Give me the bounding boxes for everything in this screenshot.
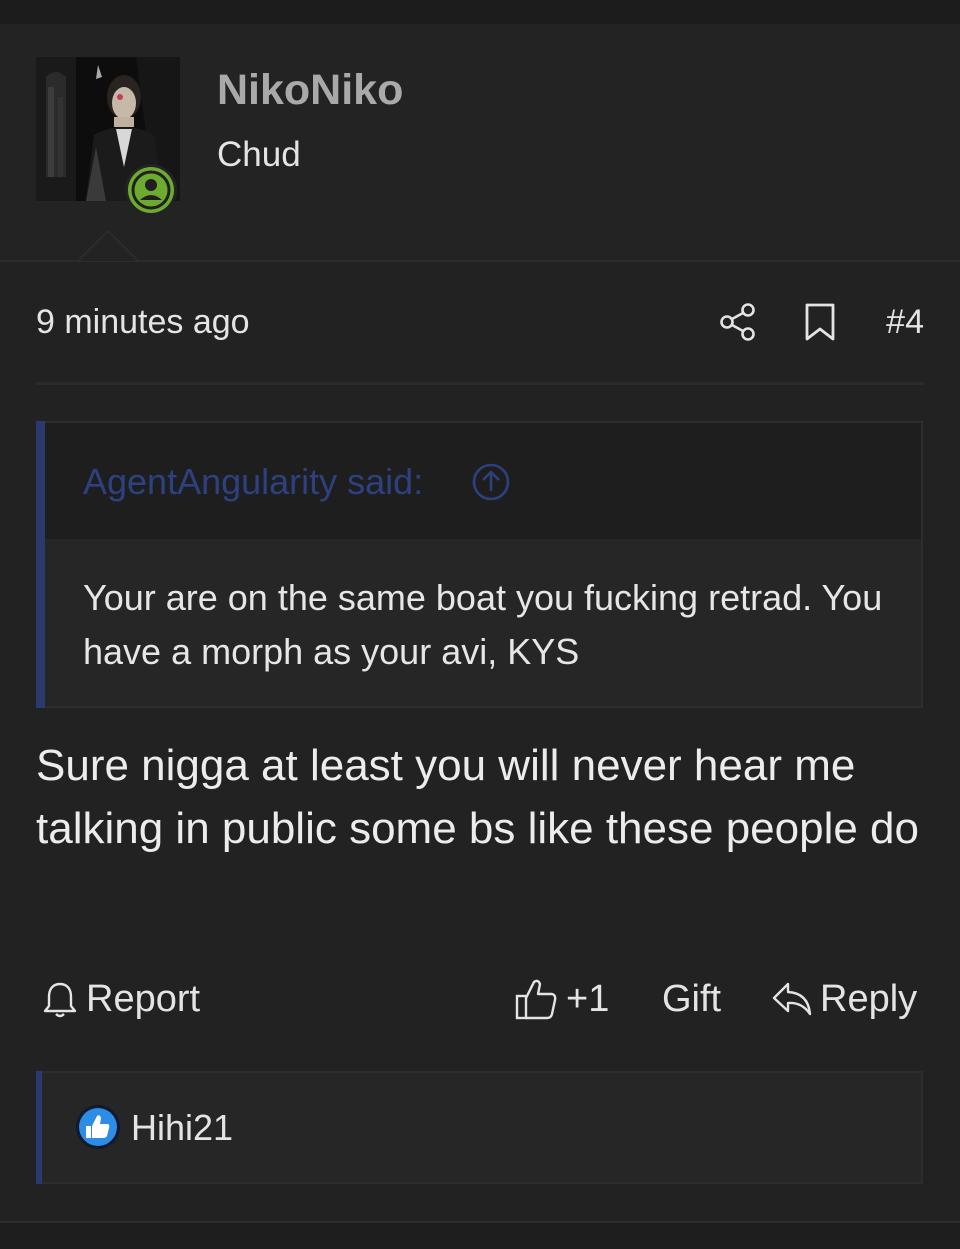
like-label: +1 bbox=[566, 978, 610, 1020]
reactor-username[interactable]: Hihi21 bbox=[131, 1107, 233, 1149]
share-icon[interactable] bbox=[719, 302, 757, 342]
post: NikoNiko Chud 9 minutes ago #4 AgentAngu… bbox=[0, 24, 960, 1221]
meta-divider bbox=[36, 382, 924, 385]
quote-header: AgentAngularity said: bbox=[45, 423, 921, 539]
online-status-badge bbox=[128, 167, 174, 213]
report-label: Report bbox=[86, 978, 201, 1020]
user-title: Chud bbox=[217, 135, 301, 174]
reply-icon bbox=[772, 982, 812, 1016]
bookmark-icon[interactable] bbox=[803, 302, 837, 342]
post-number[interactable]: #4 bbox=[886, 303, 924, 342]
post-timestamp[interactable]: 9 minutes ago bbox=[36, 303, 250, 342]
post-meta: 9 minutes ago #4 bbox=[36, 294, 924, 352]
user-header: NikoNiko Chud bbox=[0, 24, 960, 262]
header-pointer bbox=[78, 229, 138, 262]
next-post-edge bbox=[0, 1221, 960, 1249]
reactions-bar: Hihi21 bbox=[36, 1071, 923, 1184]
quote-body: Your are on the same boat you fucking re… bbox=[83, 577, 883, 672]
post-actions: Report +1 Gift Reply bbox=[36, 972, 924, 1028]
reactions-accent-bar bbox=[36, 1071, 42, 1184]
arrow-up-circle-icon[interactable] bbox=[471, 462, 511, 502]
reply-label: Reply bbox=[820, 978, 918, 1020]
quote-accent-bar bbox=[36, 421, 45, 708]
gift-label: Gift bbox=[662, 978, 722, 1020]
top-strip bbox=[0, 0, 960, 24]
quote-author[interactable]: AgentAngularity said: bbox=[83, 461, 423, 503]
thumbs-up-badge-icon bbox=[76, 1105, 120, 1149]
post-message: Sure nigga at least you will never hear … bbox=[36, 741, 919, 853]
username[interactable]: NikoNiko bbox=[217, 66, 403, 115]
bell-icon bbox=[43, 982, 77, 1018]
quote-block: AgentAngularity said: Your are on the sa… bbox=[36, 421, 923, 708]
user-icon bbox=[131, 170, 171, 210]
thumbs-up-icon bbox=[515, 979, 557, 1020]
